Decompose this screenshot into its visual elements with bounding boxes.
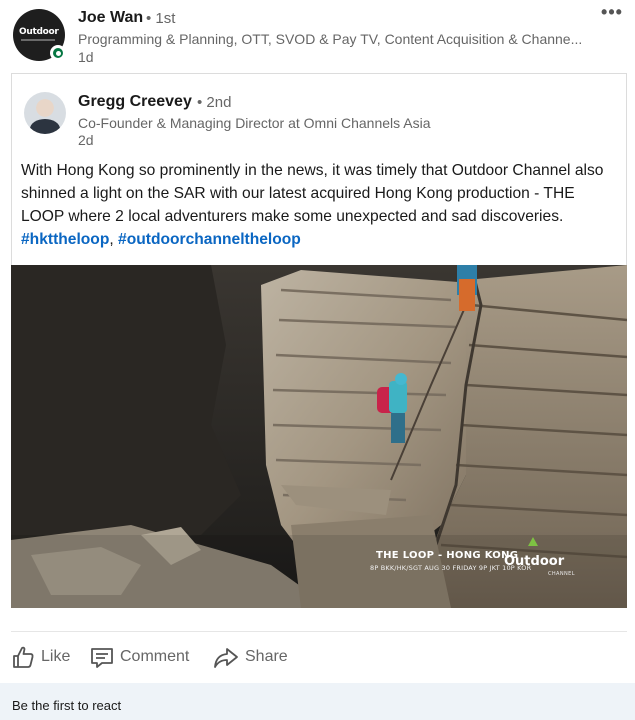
online-status-icon [50,45,66,61]
post-timestamp: 1d [78,49,94,65]
channel-brand: Outdoor [504,554,565,569]
share-arrow-icon [214,648,238,668]
avatar-logo-text: Outdoor [19,27,59,37]
connection-degree: • 1st [146,10,176,27]
author-name[interactable]: Joe Wan [78,9,143,27]
shared-author-avatar[interactable] [24,92,66,134]
comment-label: Comment [120,648,190,665]
post-video-thumbnail[interactable]: THE LOOP - HONG KONG 8P BKK/HK/SGT AUG 3… [11,265,627,608]
avatar-logo-underline [21,39,55,41]
post-body: With Hong Kong so prominently in the new… [21,159,621,251]
shared-author-name[interactable]: Gregg Creevey [78,93,192,111]
share-label: Share [245,648,288,665]
author-headline: Programming & Planning, OTT, SVOD & Pay … [78,31,583,47]
shared-author-headline: Co-Founder & Managing Director at Omni C… [78,115,431,131]
post-header: Outdoor Joe Wan • 1st Programming & Plan… [0,0,635,70]
post-body-text: With Hong Kong so prominently in the new… [21,162,604,225]
thumbs-up-icon [13,646,34,668]
hashtag-separator: , [109,231,119,248]
video-overlay-title: THE LOOP - HONG KONG [376,550,519,561]
comment-button[interactable]: Comment [90,641,189,673]
feed-post-card: Outdoor Joe Wan • 1st Programming & Plan… [0,0,635,720]
more-options-button[interactable]: ••• [597,3,627,26]
action-divider [11,631,627,632]
shared-connection-degree: • 2nd [197,94,232,111]
hashtag-link[interactable]: #hkttheloop [21,231,109,248]
shared-post: Gregg Creevey • 2nd Co-Founder & Managin… [11,73,627,265]
comment-icon [91,648,113,668]
like-button[interactable]: Like [11,641,70,673]
first-to-react-link[interactable]: Be the first to react [12,698,121,713]
channel-brand-sub: CHANNEL [548,571,575,577]
like-label: Like [41,648,71,665]
share-button[interactable]: Share [213,641,288,673]
hashtag-link[interactable]: #outdoorchanneltheloop [118,231,301,248]
shared-post-timestamp: 2d [78,132,94,148]
